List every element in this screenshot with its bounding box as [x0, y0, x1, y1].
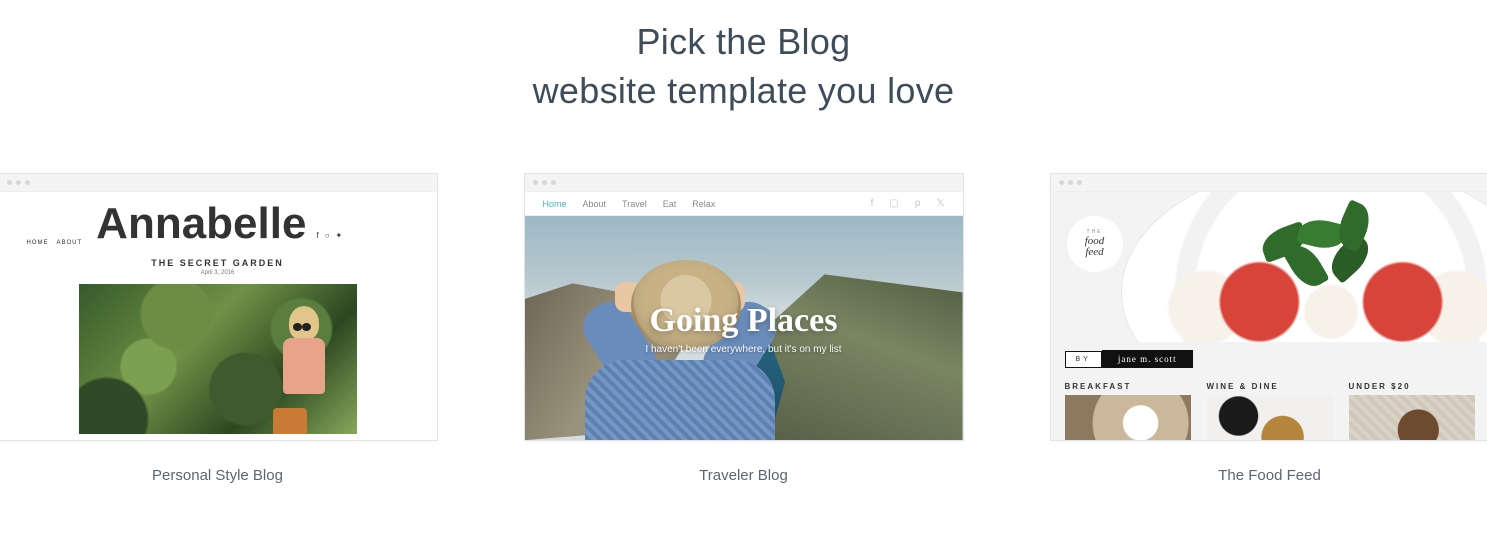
- template-caption[interactable]: Personal Style Blog: [152, 467, 283, 484]
- preview-site-badge: THE food feed: [1067, 216, 1123, 272]
- preview-social-icons: f ○ ✦: [316, 231, 342, 246]
- preview-byline: BY jane m. scott: [1065, 350, 1475, 368]
- window-dot-icon: [7, 180, 12, 185]
- template-preview-annabelle: HOME ABOUT Annabelle f ○ ✦ THE SECRET GA…: [0, 192, 437, 440]
- category-label: BREAKFAST: [1065, 382, 1191, 391]
- byline-author: jane m. scott: [1102, 350, 1193, 368]
- window-dot-icon: [25, 180, 30, 185]
- preview-category-breakfast: BREAKFAST: [1065, 382, 1191, 440]
- page-title: Pick the Blog website template you love: [0, 18, 1487, 115]
- preview-hero-tagline: I haven't been everywhere, but it's on m…: [525, 344, 963, 355]
- preview-hero: Going Places I haven't been everywhere, …: [525, 216, 963, 440]
- page-title-line2: website template you love: [533, 70, 955, 111]
- preview-site-logo: Annabelle: [96, 202, 306, 246]
- window-dot-icon: [542, 180, 547, 185]
- preview-post-date: April 3, 2016: [0, 270, 437, 276]
- preview-menu-travel: Travel: [622, 199, 647, 209]
- window-dot-icon: [16, 180, 21, 185]
- wine-dine-thumb-illustration: [1207, 395, 1333, 440]
- template-card-food-feed[interactable]: THE food feed BY jane m. scott BREAKFAST: [1050, 173, 1487, 441]
- woman-illustration: [267, 300, 337, 434]
- preview-categories: BREAKFAST WINE & DINE UNDER $20: [1065, 382, 1475, 440]
- window-dot-icon: [1059, 180, 1064, 185]
- dribbble-icon: ○: [325, 231, 330, 240]
- page-title-line1: Pick the Blog: [636, 21, 850, 62]
- page-heading: Pick the Blog website template you love: [0, 0, 1487, 115]
- facebook-icon: f: [316, 231, 318, 240]
- window-dot-icon: [1068, 180, 1073, 185]
- browser-chrome: [0, 174, 437, 192]
- preview-menu-home: Home: [543, 199, 567, 209]
- browser-chrome: [1051, 174, 1487, 192]
- preview-menu-eat: Eat: [663, 199, 677, 209]
- preview-post-photo: [79, 284, 357, 434]
- pinterest-icon: p: [915, 198, 921, 209]
- preview-hero-text: Going Places I haven't been everywhere, …: [525, 302, 963, 355]
- category-label: WINE & DINE: [1207, 382, 1333, 391]
- preview-category-wine-dine: WINE & DINE: [1207, 382, 1333, 440]
- preview-hero-title: Going Places: [525, 302, 963, 340]
- template-caption[interactable]: The Food Feed: [1218, 467, 1321, 484]
- template-col-traveler: Home About Travel Eat Relax f ▢ p 𝕏: [524, 173, 964, 484]
- browser-chrome: [525, 174, 963, 192]
- preview-category-under20: UNDER $20: [1349, 382, 1475, 440]
- preview-menu-about: About: [583, 199, 607, 209]
- template-card-traveler[interactable]: Home About Travel Eat Relax f ▢ p 𝕏: [524, 173, 964, 441]
- twitter-icon: ✦: [336, 231, 343, 240]
- under20-thumb-illustration: [1349, 395, 1475, 440]
- window-dot-icon: [1077, 180, 1082, 185]
- facebook-icon: f: [871, 198, 874, 209]
- instagram-icon: ▢: [889, 198, 898, 209]
- preview-food-hero: THE food feed: [1051, 192, 1487, 342]
- template-grid: HOME ABOUT Annabelle f ○ ✦ THE SECRET GA…: [0, 173, 1487, 484]
- template-card-personal-style[interactable]: HOME ABOUT Annabelle f ○ ✦ THE SECRET GA…: [0, 173, 438, 441]
- template-caption[interactable]: Traveler Blog: [699, 467, 788, 484]
- template-preview-food-feed: THE food feed BY jane m. scott BREAKFAST: [1051, 192, 1487, 440]
- category-label: UNDER $20: [1349, 382, 1475, 391]
- preview-post-header: THE SECRET GARDEN April 3, 2016: [0, 258, 437, 276]
- template-preview-traveler: Home About Travel Eat Relax f ▢ p 𝕏: [525, 192, 963, 440]
- preview-menu: Home About Travel Eat Relax f ▢ p 𝕏: [525, 192, 963, 216]
- preview-nav: HOME ABOUT: [27, 240, 83, 246]
- preview-nav-about: ABOUT: [57, 240, 83, 246]
- twitter-icon: 𝕏: [936, 198, 944, 209]
- window-dot-icon: [533, 180, 538, 185]
- preview-nav-home: HOME: [27, 240, 49, 246]
- template-col-food-feed: THE food feed BY jane m. scott BREAKFAST: [1050, 173, 1487, 484]
- preview-menu-relax: Relax: [692, 199, 715, 209]
- byline-label: BY: [1065, 351, 1102, 368]
- breakfast-thumb-illustration: [1065, 395, 1191, 440]
- template-col-personal-style: HOME ABOUT Annabelle f ○ ✦ THE SECRET GA…: [0, 173, 438, 484]
- badge-line2: feed: [1085, 247, 1103, 258]
- preview-post-title: THE SECRET GARDEN: [0, 258, 437, 268]
- window-dot-icon: [551, 180, 556, 185]
